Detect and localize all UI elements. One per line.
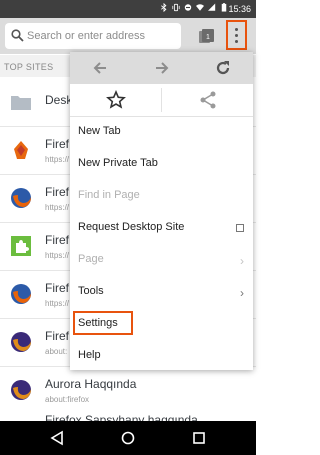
menu-action-row bbox=[70, 84, 253, 117]
recents-square-icon[interactable] bbox=[191, 430, 207, 446]
menu-nav-row bbox=[70, 52, 253, 84]
home-circle-icon[interactable] bbox=[120, 430, 136, 446]
menu-item-help[interactable]: Help bbox=[70, 340, 253, 372]
chevron-right-icon: › bbox=[240, 254, 244, 268]
list-item-title: Aurora Haqqında bbox=[45, 377, 137, 391]
url-bar[interactable]: Search or enter address bbox=[5, 23, 181, 49]
menu-item-label: New Tab bbox=[78, 125, 121, 137]
url-placeholder: Search or enter address bbox=[27, 30, 146, 42]
list-item-title: Firef bbox=[45, 281, 69, 295]
action-divider bbox=[161, 88, 162, 112]
firefox-logo-icon bbox=[11, 284, 31, 304]
menu-item-label: New Private Tab bbox=[78, 157, 158, 169]
menu-button[interactable] bbox=[226, 20, 247, 50]
reload-icon[interactable] bbox=[214, 59, 232, 77]
status-icons bbox=[160, 3, 228, 12]
menu-item-new-private-tab[interactable]: New Private Tab bbox=[70, 148, 253, 180]
back-icon[interactable] bbox=[91, 59, 109, 77]
status-bar: 15:36 bbox=[0, 0, 256, 18]
menu-dot bbox=[235, 34, 238, 37]
menu-item-label: Help bbox=[78, 349, 101, 361]
tabs-button[interactable]: 1 bbox=[197, 27, 217, 47]
list-item[interactable]: Aurora Haqqında about:firefox bbox=[0, 367, 256, 415]
list-item-url: https:// bbox=[45, 251, 70, 260]
menu-item-label: Tools bbox=[78, 285, 104, 297]
bookmark-star-icon[interactable] bbox=[106, 90, 126, 110]
top-sites-header-label: TOP SITES bbox=[4, 62, 54, 72]
list-item-url: https:// bbox=[45, 299, 70, 308]
list-item-title: Firef bbox=[45, 137, 69, 151]
system-nav-bar bbox=[0, 421, 256, 455]
clock: 15:36 bbox=[228, 4, 251, 14]
menu-item-request-desktop-site[interactable]: Request Desktop Site bbox=[70, 212, 253, 244]
bluetooth-icon bbox=[161, 3, 167, 12]
tabs-count: 1 bbox=[206, 34, 210, 41]
do-not-disturb-icon bbox=[184, 4, 192, 11]
battery-icon bbox=[221, 3, 227, 12]
folder-icon bbox=[11, 96, 31, 110]
tabs-counter-icon: 1 bbox=[199, 29, 214, 43]
signal-icon bbox=[208, 3, 216, 11]
firefox-logo-icon bbox=[11, 380, 31, 400]
menu-item-new-tab[interactable]: New Tab bbox=[70, 116, 253, 148]
addons-puzzle-icon bbox=[11, 236, 31, 256]
list-item-url: about:firefox bbox=[45, 395, 90, 404]
browser-toolbar: Search or enter address 1 bbox=[0, 18, 256, 54]
menu-dot bbox=[235, 40, 238, 43]
vibrate-icon bbox=[172, 3, 180, 12]
firefox-logo-icon bbox=[11, 188, 31, 208]
search-icon bbox=[11, 29, 24, 42]
forward-icon[interactable] bbox=[153, 59, 171, 77]
menu-item-label: Page bbox=[78, 253, 104, 265]
menu-item-settings[interactable]: Settings bbox=[70, 308, 253, 340]
wifi-icon bbox=[196, 4, 204, 11]
menu-item-label: Settings bbox=[78, 317, 118, 329]
list-item-url: about: bbox=[45, 347, 68, 356]
menu-item-label: Request Desktop Site bbox=[78, 221, 185, 233]
overflow-menu: New Tab New Private Tab Find in Page Req… bbox=[70, 52, 253, 370]
menu-item-label: Find in Page bbox=[78, 189, 140, 201]
menu-item-find-in-page[interactable]: Find in Page bbox=[70, 180, 253, 212]
list-item-title: Firef bbox=[45, 185, 69, 199]
menu-item-page[interactable]: Page › bbox=[70, 244, 253, 276]
menu-dot bbox=[235, 28, 238, 31]
chevron-right-icon: › bbox=[240, 286, 244, 300]
menu-item-tools[interactable]: Tools › bbox=[70, 276, 253, 308]
list-item-url: https:// bbox=[45, 155, 70, 164]
list-item-title: Firef bbox=[45, 329, 69, 343]
firefox-marketplace-icon bbox=[14, 141, 28, 159]
back-triangle-icon[interactable] bbox=[49, 430, 65, 446]
firefox-logo-icon bbox=[11, 332, 31, 352]
list-item-title: Firef bbox=[45, 233, 69, 247]
share-icon[interactable] bbox=[198, 90, 218, 110]
desktop-site-checkbox[interactable] bbox=[236, 224, 244, 232]
list-item-url: https:// bbox=[45, 203, 70, 212]
